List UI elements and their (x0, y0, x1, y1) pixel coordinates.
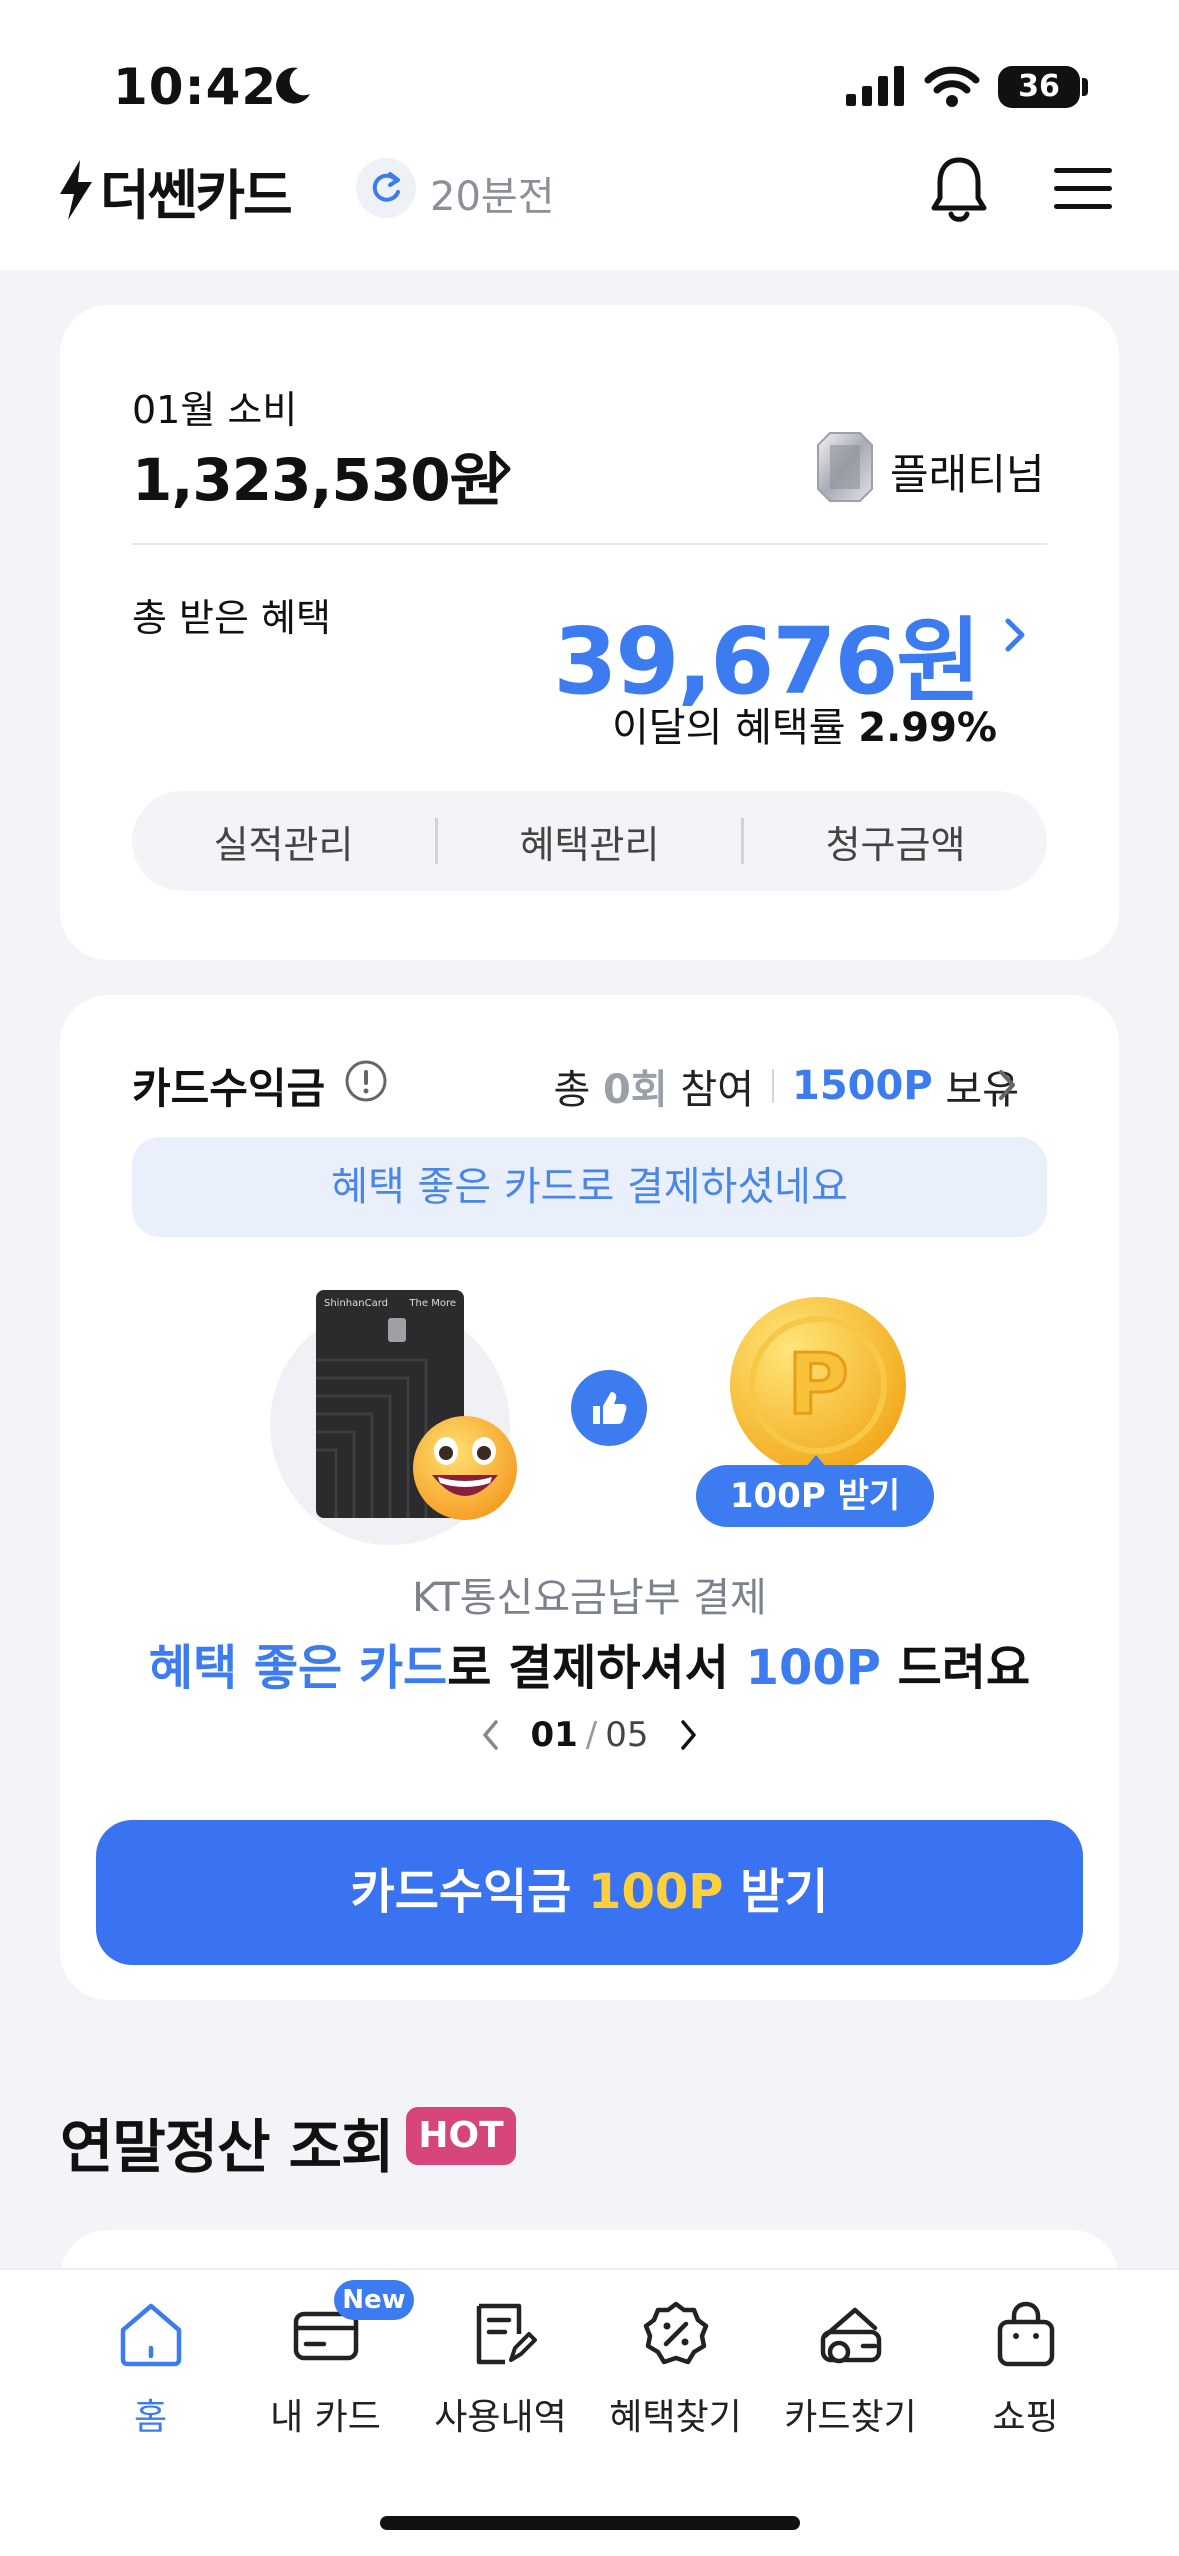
points-held: 1500P (792, 1063, 933, 1109)
pager-current: 01 (530, 1715, 578, 1755)
tab-label: 혜택찾기 (609, 2397, 742, 2438)
chevron-right-icon[interactable] (1002, 615, 1030, 655)
home-icon (120, 2303, 182, 2367)
get-points-pill[interactable]: 100P 받기 (696, 1465, 934, 1527)
last-updated-text: 20분전 (430, 174, 555, 220)
cellular-signal-icon (846, 66, 904, 106)
claim-reward-button[interactable]: 카드수익금 100P 받기 (96, 1820, 1083, 1965)
svg-text:P: P (787, 1335, 849, 1433)
reward-message-part: 로 결제하셔서 (447, 1640, 746, 1696)
refresh-icon (372, 172, 400, 202)
benefit-rate-value: 2.99% (858, 705, 998, 751)
performance-management-link[interactable]: 실적관리 (132, 814, 435, 869)
grinning-face-icon (413, 1416, 517, 1520)
tab-label: 홈 (133, 2397, 168, 2438)
tab-my-card[interactable]: New 내 카드 (238, 2270, 414, 2470)
thumbs-up-icon (571, 1370, 647, 1446)
tab-usage-history[interactable]: 사용내역 (413, 2270, 588, 2470)
app-header: 더쎈카드 20분전 (0, 150, 1179, 270)
point-coin-icon: P (730, 1297, 906, 1473)
shopping-bag-icon (997, 2301, 1055, 2367)
tab-shopping[interactable]: 쇼핑 (938, 2270, 1113, 2470)
tab-find-cards[interactable]: 카드찾기 (763, 2270, 938, 2470)
benefit-rate-label: 이달의 혜택률 (612, 705, 846, 751)
chevron-right-icon[interactable] (996, 1067, 1020, 1103)
tab-label: 내 카드 (270, 2397, 381, 2438)
refresh-button[interactable] (356, 158, 416, 218)
new-badge: New (334, 2280, 414, 2320)
reward-message: 혜택 좋은 카드로 결제하셔서 100P 드려요 (60, 1628, 1119, 1698)
payment-description: KT통신요금납부 결제 (412, 1575, 767, 1621)
reward-pager: 01/05 (60, 1715, 1119, 1755)
divider (132, 543, 1047, 545)
status-bar: 10:42 36 (0, 0, 1179, 150)
card-reward-card: 카드수익금 총 0회 참여 1500P 보유 혜택 좋은 카드로 결제하셨네요 … (60, 995, 1119, 2000)
bolt-icon (60, 160, 92, 220)
benefit-label: 총 받은 혜택 (132, 596, 331, 640)
bottom-tab-bar: 홈 New 내 카드 사용내역 혜택찾기 카드찾기 쇼핑 (0, 2268, 1179, 2556)
tab-find-benefits[interactable]: 혜택찾기 (588, 2270, 763, 2470)
discount-icon (643, 2301, 709, 2365)
reward-title: 카드수익금 (132, 1064, 326, 1113)
info-icon[interactable] (344, 1059, 388, 1103)
tab-label: 쇼핑 (992, 2397, 1059, 2438)
logo-text: 더쎈카드 (100, 163, 293, 227)
tab-home[interactable]: 홈 (63, 2270, 238, 2470)
pager-total: 05 (605, 1715, 649, 1755)
card-search-icon (820, 2307, 882, 2364)
benefit-rate: 이달의 혜택률 2.99% (612, 695, 997, 753)
benefit-management-link[interactable]: 혜택관리 (438, 814, 741, 869)
tab-label: 카드찾기 (784, 2397, 917, 2438)
participation-suffix: 참여 (680, 1067, 755, 1113)
tab-label: 사용내역 (434, 2397, 567, 2438)
reward-message-part: 드려요 (880, 1640, 1031, 1696)
section-title: 연말정산 조회 (60, 2113, 394, 2181)
hot-badge: HOT (406, 2107, 516, 2165)
cta-label-part: 받기 (723, 1864, 829, 1920)
membership-tier: 플래티넘 (890, 450, 1045, 499)
wifi-icon (924, 66, 980, 107)
month-label: 01월 소비 (132, 388, 298, 432)
reward-banner: 혜택 좋은 카드로 결제하셨네요 (132, 1137, 1047, 1237)
reward-message-points: 100P (745, 1640, 881, 1696)
chevron-right-icon[interactable] (488, 449, 516, 489)
app-logo[interactable]: 더쎈카드 (58, 158, 293, 227)
month-spend-amount[interactable]: 1,323,530원 (132, 433, 503, 517)
battery-indicator: 36 (998, 66, 1080, 108)
receipt-icon (476, 2303, 537, 2365)
reward-message-part: 혜택 좋은 카드 (148, 1640, 448, 1696)
stats-separator (772, 1069, 775, 1103)
chevron-right-icon[interactable] (677, 1718, 699, 1752)
moon-icon (276, 67, 310, 104)
spending-summary-card: 01월 소비 1,323,530원 플래티넘 총 받은 혜택 39,676원 이… (60, 305, 1119, 960)
status-time: 10:42 (113, 58, 278, 116)
stats-prefix: 총 (553, 1067, 591, 1113)
participation-count: 0회 (603, 1067, 668, 1113)
platinum-gem-icon (817, 432, 873, 502)
hamburger-menu-icon[interactable] (1054, 164, 1112, 214)
battery-tip (1082, 78, 1088, 96)
billing-amount-link[interactable]: 청구금액 (744, 814, 1047, 869)
reward-stats[interactable]: 총 0회 참여 1500P 보유 (554, 1057, 1019, 1115)
segmented-links: 실적관리 혜택관리 청구금액 (132, 791, 1047, 891)
cta-points: 100P (588, 1864, 724, 1920)
bell-icon[interactable] (926, 154, 992, 226)
cta-label-part: 카드수익금 (350, 1864, 589, 1920)
chevron-left-icon[interactable] (480, 1718, 502, 1752)
home-indicator (380, 2516, 800, 2530)
